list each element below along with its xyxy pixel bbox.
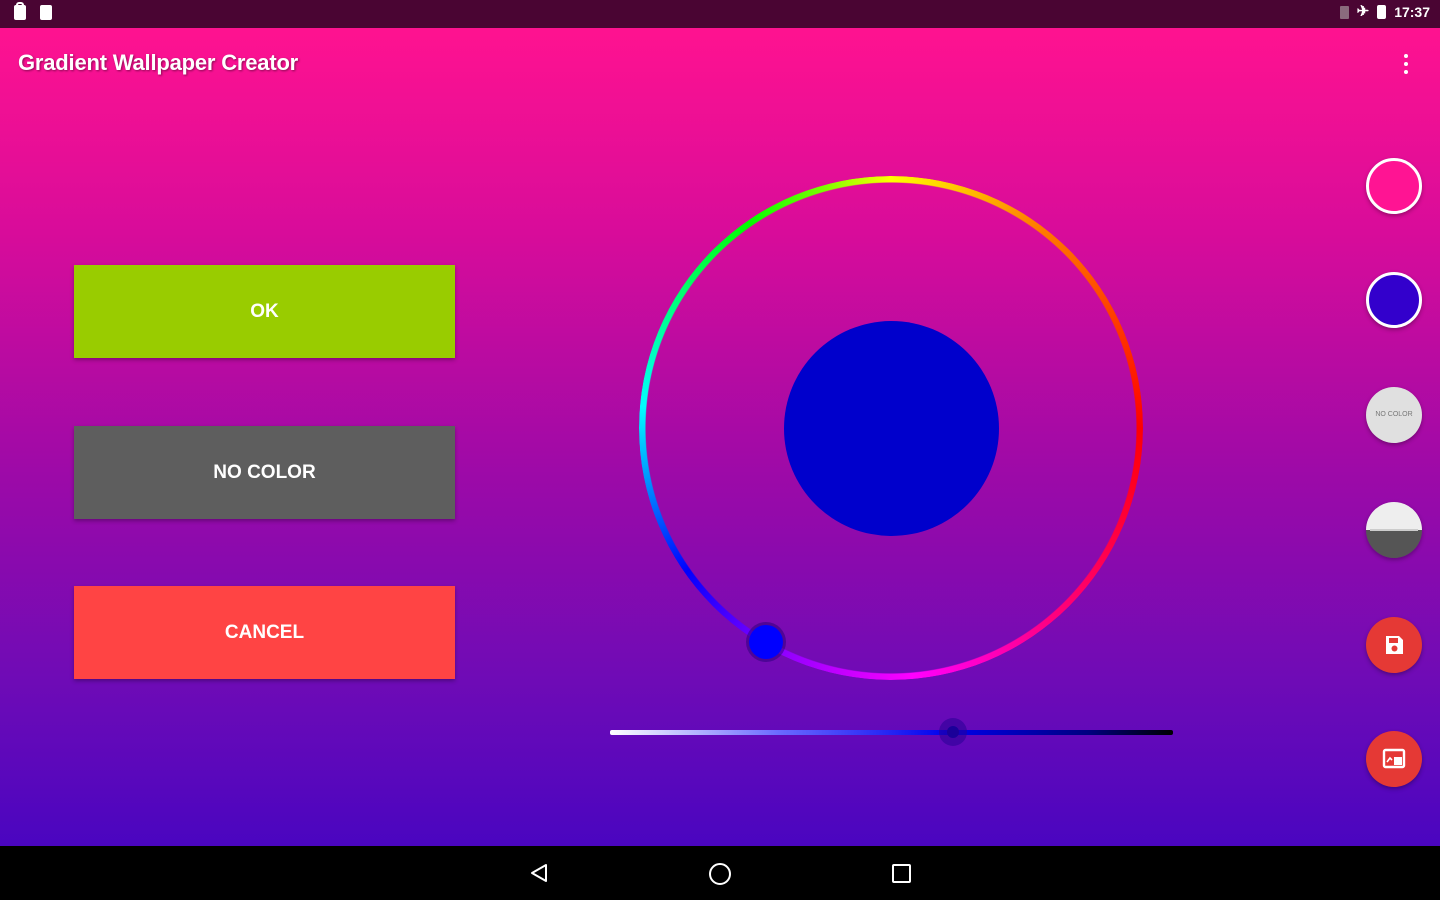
airplane-icon: ✈ — [1356, 3, 1370, 20]
no-color-swatch-label: NO COLOR — [1375, 411, 1413, 418]
status-left-icons — [14, 2, 52, 20]
status-bar: ✈ 17:37 — [0, 0, 1440, 28]
android-icon — [40, 5, 52, 20]
notification-icon — [14, 2, 26, 20]
ok-button[interactable]: OK — [74, 265, 455, 358]
pink-swatch[interactable] — [1366, 158, 1422, 214]
half-tone-swatch[interactable] — [1366, 502, 1422, 558]
set-wallpaper-icon — [1382, 748, 1406, 769]
status-right-icons: ✈ 17:37 — [1339, 3, 1430, 20]
overflow-menu-icon[interactable] — [1396, 50, 1416, 78]
recents-icon[interactable] — [892, 864, 911, 883]
no-color-swatch[interactable]: NO COLOR — [1366, 387, 1422, 443]
app-content: Gradient Wallpaper Creator OK NO COLOR C… — [0, 28, 1440, 846]
selected-color-preview[interactable] — [784, 321, 999, 536]
navigation-bar — [0, 846, 1440, 900]
status-time: 17:37 — [1394, 4, 1430, 20]
set-wallpaper-button[interactable] — [1366, 731, 1422, 787]
save-icon — [1386, 636, 1403, 654]
no-color-button[interactable]: NO COLOR — [74, 426, 455, 519]
indigo-swatch[interactable] — [1366, 272, 1422, 328]
save-button[interactable] — [1366, 617, 1422, 673]
home-icon[interactable] — [709, 863, 731, 885]
value-slider-thumb[interactable] — [939, 718, 968, 746]
color-wheel-handle[interactable] — [749, 625, 783, 659]
battery-icon — [1377, 5, 1387, 19]
back-icon[interactable] — [528, 862, 550, 884]
sim-icon — [1339, 5, 1349, 19]
cancel-button[interactable]: CANCEL — [74, 586, 455, 679]
value-slider-track[interactable] — [610, 730, 1173, 735]
app-title: Gradient Wallpaper Creator — [18, 50, 299, 75]
app-screen: ✈ 17:37 Gradient Wallpaper Creator OK NO… — [0, 0, 1440, 900]
